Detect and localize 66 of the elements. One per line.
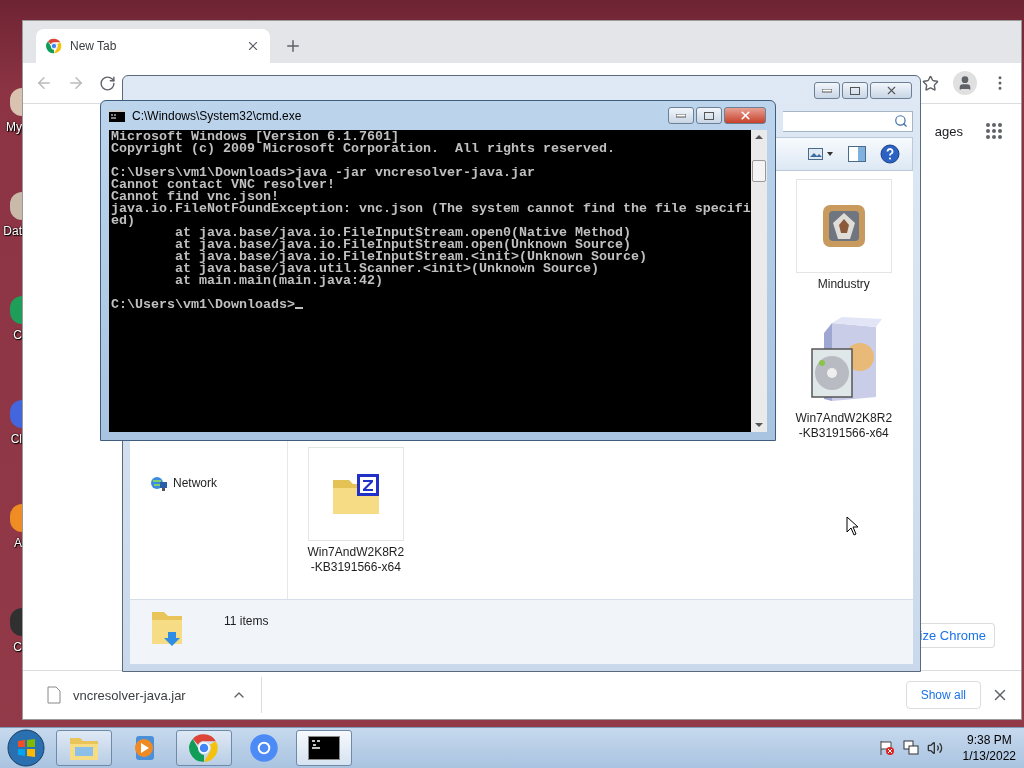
volume-icon[interactable] [926, 740, 943, 756]
scroll-up-icon[interactable] [754, 134, 763, 139]
desktop-icon-label: Cl [10, 432, 22, 446]
window-title: C:\Windows\System32\cmd.exe [132, 108, 303, 123]
console-line: at java.base/java.io.FileInputStream.open0(Native Method) [175, 225, 631, 240]
preview-pane-icon[interactable] [848, 146, 866, 162]
browser-tab[interactable]: New Tab [36, 29, 270, 63]
maximize-button[interactable] [696, 107, 722, 124]
minimize-button[interactable] [814, 82, 840, 99]
download-filename[interactable]: vncresolver-java.jar [73, 687, 219, 703]
minimize-icon [822, 88, 832, 93]
search-field[interactable] [783, 110, 913, 132]
close-icon [738, 109, 752, 122]
zip-folder-icon [330, 472, 381, 516]
star-icon[interactable] [922, 74, 939, 92]
game-icon [820, 203, 867, 249]
desktop-icon-label: My [6, 120, 22, 134]
network-icon[interactable] [902, 740, 919, 756]
close-button[interactable] [870, 82, 912, 99]
view-icon[interactable] [808, 148, 834, 160]
terminal-icon [308, 736, 340, 760]
avatar-icon[interactable] [953, 71, 977, 95]
maximize-icon [850, 86, 860, 95]
maximize-icon [704, 111, 714, 120]
flag-icon[interactable] [878, 740, 895, 756]
console-line: Microsoft Windows [Version 6.1.7601] [111, 129, 399, 144]
desktop-icon[interactable] [10, 504, 22, 532]
desktop-icon-label: C [13, 328, 22, 342]
search-icon [894, 114, 908, 128]
chrome-logo-icon [46, 38, 62, 54]
console-line: Cannot find vnc.json! [111, 189, 279, 204]
reload-icon[interactable] [99, 74, 116, 92]
desktop-icon-label: Dat [3, 224, 22, 238]
console-line: C:\Users\vm1\Downloads>java -jar vncresolver-java.jar [111, 165, 535, 180]
scroll-thumb[interactable] [751, 160, 766, 182]
network-icon [150, 476, 168, 492]
file-name[interactable]: Win7AndW2K8R2 -KB3191566-x64 [795, 411, 893, 441]
new-tab-icon[interactable] [284, 37, 302, 55]
browser-icon [249, 733, 279, 763]
minimize-icon [676, 113, 686, 118]
apps-grid-icon[interactable] [985, 122, 1003, 140]
terminal-icon [109, 109, 125, 122]
desktop-icon[interactable] [10, 88, 22, 116]
nav-item[interactable]: Network [173, 476, 217, 490]
minimize-button[interactable] [668, 107, 694, 124]
desktop-icon[interactable] [10, 192, 22, 220]
images-link[interactable]: ages [934, 123, 963, 139]
clock[interactable]: 9:38 PM 1/13/2022 [962, 732, 1016, 764]
mouse-pointer-icon [846, 516, 860, 536]
console-line: C:\Users\vm1\Downloads> [111, 297, 295, 312]
desktop-icon-label: A [14, 536, 22, 550]
show-all-button[interactable]: Show all [905, 681, 981, 709]
file-icon [47, 686, 61, 704]
file-name[interactable]: Win7AndW2K8R2 -KB3191566-x64 [307, 545, 405, 575]
file-name[interactable]: Mindustry [817, 277, 870, 292]
close-tab-icon[interactable] [246, 39, 260, 53]
start-button[interactable] [6, 728, 46, 768]
folder-icon [69, 735, 99, 761]
chrome-logo-icon [189, 733, 219, 763]
maximize-button[interactable] [842, 82, 868, 99]
desktop-icon-label: C [13, 640, 22, 654]
help-icon[interactable] [880, 144, 900, 164]
taskbar-button[interactable] [296, 730, 352, 766]
close-button[interactable] [724, 107, 766, 124]
item-count: 11 items [224, 614, 269, 628]
scroll-down-icon[interactable] [754, 423, 763, 428]
